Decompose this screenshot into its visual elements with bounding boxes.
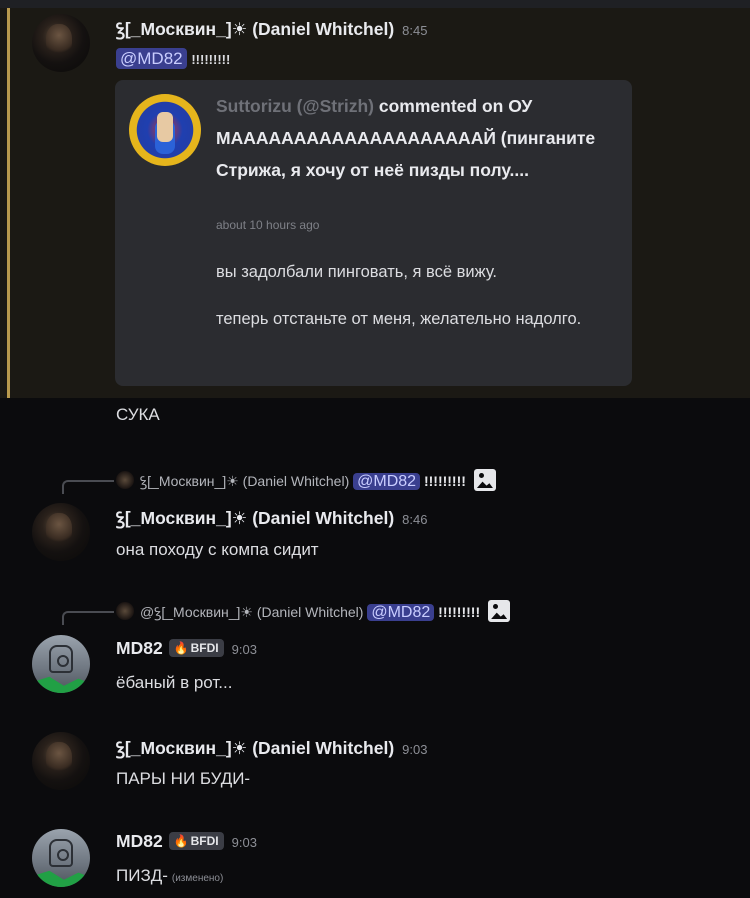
- avatar[interactable]: [32, 829, 90, 887]
- avatar[interactable]: [32, 14, 90, 72]
- message-text: ёбаный в рот...: [116, 673, 233, 692]
- message-text: ПИЗД-: [116, 866, 168, 885]
- mention-highlight-bar: [7, 8, 10, 398]
- avatar[interactable]: [32, 732, 90, 790]
- top-bar: [0, 0, 750, 8]
- edited-label: (изменено): [171, 873, 224, 884]
- message-content-followup: СУКА: [116, 405, 160, 424]
- author-name[interactable]: ꝣ[_Москвин_]☀ (Daniel Whitchel): [116, 738, 394, 758]
- role-tag[interactable]: 🔥 BFDI: [168, 639, 224, 657]
- avatar[interactable]: [32, 635, 90, 693]
- message-text: она походу с компа сидит: [116, 540, 319, 559]
- embed-body-line-1: вы задолбали пинговать, я всё вижу.: [216, 263, 498, 281]
- message-timestamp: 8:45: [402, 23, 428, 38]
- author-name[interactable]: MD82: [116, 831, 163, 851]
- message-content: ПИЗД- (изменено): [116, 866, 223, 886]
- reply-spine: [62, 611, 114, 625]
- reply-text: !!!!!!!!!: [438, 604, 481, 620]
- message-timestamp: 9:03: [231, 642, 257, 657]
- reply-spine: [62, 480, 114, 494]
- author-name[interactable]: MD82: [116, 638, 163, 658]
- avatar-grass: [32, 870, 90, 887]
- embed-avatar[interactable]: [129, 94, 201, 166]
- author-name[interactable]: ꝣ[_Москвин_]☀ (Daniel Whitchel): [116, 19, 394, 39]
- message-content: @MD82 !!!!!!!!!: [116, 48, 231, 69]
- author-name[interactable]: ꝣ[_Москвин_]☀ (Daniel Whitchel): [116, 508, 394, 528]
- message-text: !!!!!!!!!: [191, 52, 231, 67]
- message-timestamp: 9:03: [231, 835, 257, 850]
- reply-reference[interactable]: @ꝣ[_Москвин_]☀ (Daniel Whitchel) @MD82 !…: [116, 600, 511, 622]
- embed-body-line-2: теперь отстаньте от меня, желательно над…: [216, 310, 582, 328]
- avatar-face: [49, 645, 73, 673]
- reply-avatar: [116, 471, 134, 489]
- user-mention[interactable]: @MD82: [367, 604, 435, 621]
- message-author[interactable]: MD82 🔥 BFDI 9:03: [116, 831, 257, 852]
- message-author[interactable]: ꝣ[_Москвин_]☀ (Daniel Whitchel) 9:03: [116, 736, 427, 760]
- reply-author[interactable]: ꝣ[_Москвин_]☀ (Daniel Whitchel): [140, 473, 349, 489]
- role-tag-label: BFDI: [190, 641, 219, 655]
- embed-timestamp: about 10 hours ago: [216, 218, 320, 232]
- user-mention[interactable]: @MD82: [116, 48, 187, 69]
- fire-icon: 🔥: [173, 641, 189, 655]
- fire-icon: 🔥: [173, 834, 189, 848]
- message-author[interactable]: ꝣ[_Москвин_]☀ (Daniel Whitchel) 8:45: [116, 17, 427, 41]
- role-tag[interactable]: 🔥 BFDI: [168, 832, 224, 850]
- avatar-grass: [32, 676, 90, 693]
- reply-author[interactable]: @ꝣ[_Москвин_]☀ (Daniel Whitchel): [140, 604, 363, 620]
- message-author[interactable]: MD82 🔥 BFDI 9:03: [116, 638, 257, 659]
- reply-reference[interactable]: ꝣ[_Москвин_]☀ (Daniel Whitchel) @MD82 !!…: [116, 469, 496, 491]
- user-mention[interactable]: @MD82: [353, 473, 421, 490]
- embed-body: вы задолбали пинговать, я всё вижу. тепе…: [216, 256, 616, 350]
- reply-text: !!!!!!!!!: [423, 473, 466, 489]
- message-author[interactable]: ꝣ[_Москвин_]☀ (Daniel Whitchel) 8:46: [116, 506, 427, 530]
- message-timestamp: 8:46: [402, 512, 428, 527]
- message-text: ПАРЫ НИ БУДИ-: [116, 769, 251, 788]
- avatar[interactable]: [32, 503, 90, 561]
- message-timestamp: 9:03: [402, 742, 428, 757]
- image-icon: [488, 600, 511, 622]
- role-tag-label: BFDI: [190, 834, 219, 848]
- image-icon: [473, 469, 496, 491]
- link-embed[interactable]: Suttorizu (@Strizh) commented on ОУ МААА…: [115, 80, 632, 386]
- reply-avatar: [116, 602, 134, 620]
- avatar-face: [49, 839, 73, 867]
- embed-user[interactable]: Suttorizu (@Strizh): [216, 96, 374, 116]
- embed-title[interactable]: Suttorizu (@Strizh) commented on ОУ МААА…: [216, 90, 621, 186]
